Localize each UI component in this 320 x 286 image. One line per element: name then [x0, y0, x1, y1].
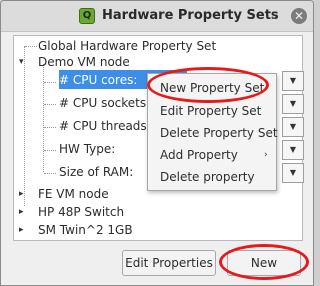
tree-guide-line — [44, 173, 56, 174]
close-icon[interactable]: ✕ — [291, 8, 307, 24]
tree-item-label: # CPU cores: — [59, 73, 138, 87]
tree-item-hw-type[interactable]: HW Type: — [59, 140, 115, 158]
expand-arrow-icon[interactable]: ▾ — [19, 53, 24, 71]
menu-item-new-property-set[interactable]: New Property Set — [160, 78, 264, 98]
new-button[interactable]: New — [227, 250, 301, 276]
tree-item-cpu-cores[interactable]: # CPU cores: — [59, 71, 137, 89]
tree-guide-line — [44, 150, 56, 151]
tree-item-label: FE VM node — [38, 187, 109, 201]
tree-guide-line — [43, 64, 44, 172]
menu-item-delete-property-set[interactable]: Delete Property Set — [160, 123, 278, 143]
tree-item-hp-48p-switch[interactable]: HP 48P Switch — [38, 203, 124, 221]
tree-item-fe-vm-node[interactable]: FE VM node — [38, 185, 109, 203]
context-menu: New Property Set Edit Property Set Delet… — [147, 73, 278, 191]
tree-item-cpu-threads[interactable]: # CPU threads — [59, 117, 147, 135]
tree-item-label: # CPU sockets — [59, 96, 147, 110]
tree-item-label: # CPU threads — [59, 119, 147, 133]
tree-item-label: HW Type: — [59, 142, 116, 156]
edit-properties-button[interactable]: Edit Properties — [122, 250, 216, 276]
tree-item-sm-twin2-1gb[interactable]: SM Twin^2 1GB — [38, 221, 133, 239]
app-icon: Q — [79, 8, 95, 24]
expand-arrow-icon[interactable]: ▸ — [19, 203, 24, 221]
menu-item-delete-property[interactable]: Delete property — [160, 167, 255, 187]
tree-guide-line — [44, 127, 56, 128]
expand-arrow-icon[interactable]: ▸ — [19, 221, 24, 239]
tree-guide-line — [25, 46, 37, 47]
expand-arrow-icon[interactable]: ▸ — [19, 185, 24, 203]
window-title: Hardware Property Sets — [102, 8, 279, 23]
tree-item-cpu-sockets[interactable]: # CPU sockets — [59, 94, 146, 112]
hardware-property-sets-window: Q Hardware Property Sets ⌄ ✕ Global Hard… — [0, 0, 314, 286]
tree-guide-line — [44, 104, 56, 105]
tree-item-label: HP 48P Switch — [38, 205, 125, 219]
tree-item-demo-vm-node[interactable]: Demo VM node — [38, 53, 130, 71]
tree-guide-line — [44, 82, 56, 83]
menu-item-edit-property-set[interactable]: Edit Property Set — [160, 101, 261, 121]
tree-item-label: Demo VM node — [38, 55, 130, 69]
tree-guide-line — [24, 46, 25, 206]
cpu-sockets-dropdown[interactable]: ▼ — [282, 94, 304, 114]
tree-item-label: Size of RAM: — [59, 165, 134, 179]
hw-type-dropdown[interactable]: ▼ — [282, 140, 304, 160]
menu-item-add-property[interactable]: Add Property — [160, 145, 238, 165]
submenu-arrow-icon: › — [264, 150, 268, 160]
size-of-ram-dropdown[interactable]: ▼ — [282, 163, 304, 183]
cpu-threads-dropdown[interactable]: ▼ — [282, 117, 304, 137]
cpu-cores-dropdown[interactable]: ▼ — [282, 71, 304, 91]
tree-item-label: Global Hardware Property Set — [38, 39, 217, 53]
tree-item-label: SM Twin^2 1GB — [38, 223, 133, 237]
minimize-icon[interactable]: ⌄ — [266, 8, 282, 24]
title-bar: Q Hardware Property Sets ⌄ ✕ — [1, 1, 313, 32]
tree-item-size-of-ram[interactable]: Size of RAM: — [59, 163, 133, 181]
